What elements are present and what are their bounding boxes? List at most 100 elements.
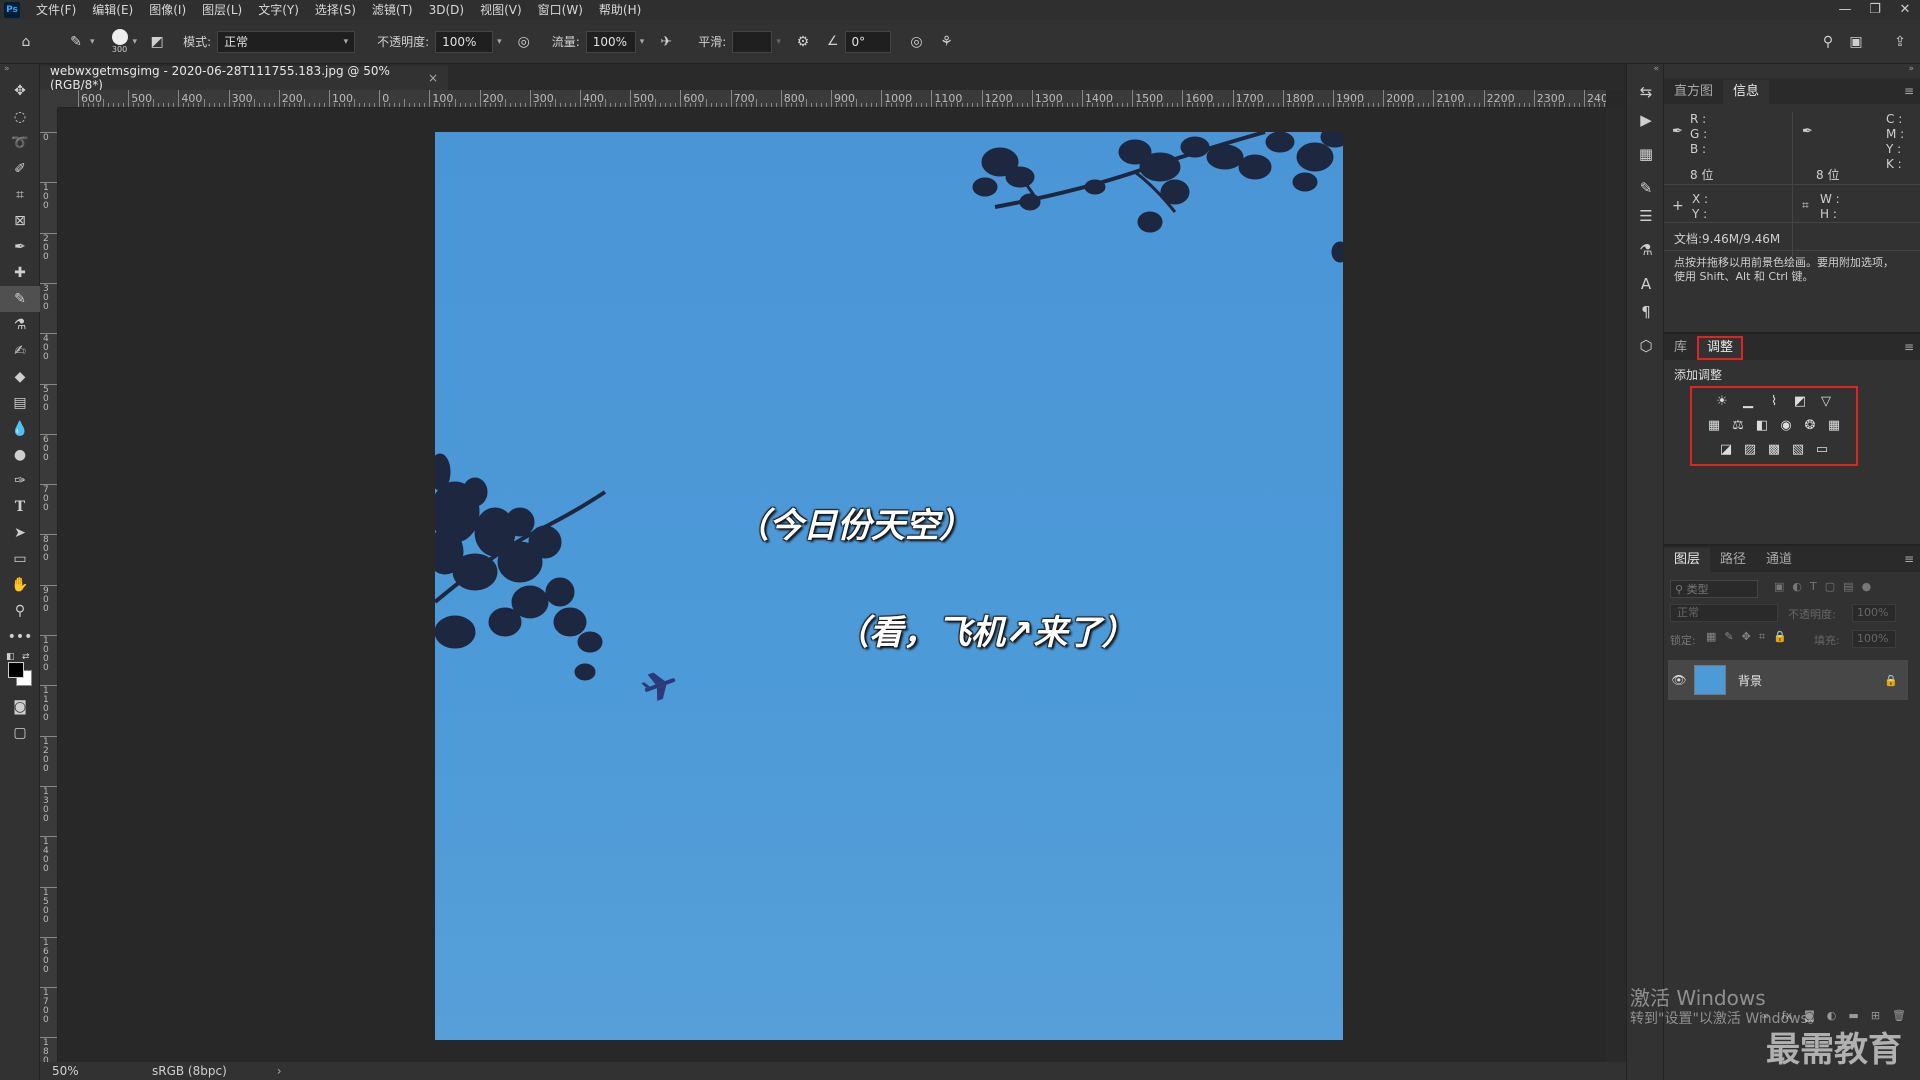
posterize-icon[interactable]: ▨ (1740, 439, 1760, 459)
share-icon[interactable]: ⇪ (1888, 30, 1912, 54)
angle-input[interactable]: 0° (844, 30, 891, 53)
more-tools-icon[interactable]: ••• (0, 624, 40, 650)
chevron-down-icon[interactable]: ▾ (133, 37, 138, 47)
pressure-size-icon[interactable]: ◎ (905, 30, 929, 54)
pen-tool-icon[interactable]: ✑ (0, 468, 40, 494)
collapse-icon[interactable]: « (1627, 64, 1663, 78)
airbrush-icon[interactable]: ✈ (654, 30, 678, 54)
collapse-icon[interactable]: » (0, 64, 39, 78)
properties-icon[interactable]: ▦ (1627, 140, 1665, 168)
rectangle-tool-icon[interactable]: ▭ (0, 546, 40, 572)
frame-tool-icon[interactable]: ⊠ (0, 208, 40, 234)
black-white-icon[interactable]: ◧ (1752, 415, 1772, 435)
type-tool-icon[interactable]: T (0, 494, 40, 520)
opacity-input[interactable]: 100% (435, 30, 494, 53)
default-colors-icon[interactable]: ◧ (6, 652, 15, 662)
document-tab[interactable]: webwxgetmsgimg - 2020-06-28T111755.183.j… (40, 64, 448, 92)
channel-mixer-icon[interactable]: ❂ (1800, 415, 1820, 435)
lasso-tool-icon[interactable]: ➰ (0, 130, 40, 156)
photo-filter-icon[interactable]: ◉ (1776, 415, 1796, 435)
zoom-tool-icon[interactable]: ⚲ (0, 598, 40, 624)
lock-artboard-icon[interactable]: ⌗ (1759, 630, 1765, 644)
tab-channels[interactable]: 通道 (1756, 548, 1802, 572)
new-layer-icon[interactable]: ⊞ (1871, 1009, 1880, 1022)
layer-lock-icon[interactable]: 🔒 (1884, 674, 1898, 687)
vertical-scrollbar[interactable] (1606, 108, 1626, 1062)
hand-tool-icon[interactable]: ✋ (0, 572, 40, 598)
gradient-map-icon[interactable]: ▭ (1812, 439, 1832, 459)
menu-item[interactable]: 3D(D) (421, 0, 472, 20)
menu-item[interactable]: 图像(I) (141, 0, 194, 20)
quick-mask-icon[interactable]: ◙ (0, 694, 40, 720)
ruler-origin[interactable] (40, 90, 58, 108)
close-window-icon[interactable]: ✕ (1890, 0, 1920, 20)
panel-menu-icon[interactable]: ≡ (1904, 84, 1914, 98)
threshold-icon[interactable]: ▩ (1764, 439, 1784, 459)
tab-libraries[interactable]: 库 (1664, 336, 1697, 360)
document-canvas[interactable]: （今日份天空） （看，飞机↗来了） (435, 132, 1343, 1040)
eraser-tool-icon[interactable]: ◆ (0, 364, 40, 390)
search-icon[interactable]: ⚲ (1816, 30, 1840, 54)
layer-opacity-input[interactable]: 100% (1852, 604, 1896, 622)
character-panel-icon[interactable]: A (1627, 270, 1665, 298)
shape-filter-icon[interactable]: ▢ (1825, 580, 1835, 593)
dodge-tool-icon[interactable]: ● (0, 442, 40, 468)
symmetry-icon[interactable]: ⚘ (935, 30, 959, 54)
brush-settings-panel-icon[interactable]: ✎ (1627, 174, 1665, 202)
blend-mode-select[interactable]: 正常 (1670, 604, 1778, 622)
mode-select[interactable]: 正常 ▾ (217, 30, 356, 53)
move-tool-icon[interactable]: ✥ (0, 78, 40, 104)
minimize-icon[interactable]: — (1830, 0, 1860, 20)
chevron-down-icon[interactable]: ▾ (640, 37, 645, 47)
adjustment-filter-icon[interactable]: ◐ (1792, 580, 1802, 593)
actions-play-icon[interactable]: ▶ (1627, 106, 1665, 134)
healing-brush-tool-icon[interactable]: ✚ (0, 260, 40, 286)
canvas-area[interactable]: （今日份天空） （看，飞机↗来了） (58, 108, 1606, 1062)
fill-input[interactable]: 100% (1852, 630, 1896, 648)
collapse-icon[interactable]: » (1664, 64, 1920, 78)
clone-source-icon[interactable]: ⚗ (1627, 236, 1665, 264)
menu-item[interactable]: 文字(Y) (250, 0, 307, 20)
screen-mode-icon[interactable]: ▢ (0, 720, 40, 746)
home-icon[interactable]: ⌂ (14, 30, 38, 54)
brush-size-picker[interactable]: 300 (109, 27, 131, 57)
vertical-ruler[interactable]: 0 1 0 0 2 0 0 3 0 0 4 0 0 5 0 0 6 0 0 7 0 0 8 0 … (40, 108, 58, 1062)
marquee-tool-icon[interactable]: ◌ (0, 104, 40, 130)
gear-icon[interactable]: ⚙ (791, 30, 815, 54)
hue-saturation-icon[interactable]: ▦ (1704, 415, 1724, 435)
zoom-level[interactable]: 50% (52, 1064, 112, 1078)
visibility-eye-icon[interactable]: 👁 (1668, 673, 1690, 687)
levels-icon[interactable]: ▁ (1738, 391, 1758, 411)
brushes-panel-icon[interactable]: ☰ (1627, 202, 1665, 230)
tab-layers[interactable]: 图层 (1664, 548, 1711, 572)
type-filter-icon[interactable]: T (1810, 580, 1817, 593)
new-group-icon[interactable]: ▬ (1848, 1009, 1858, 1022)
chevron-down-icon[interactable]: ▾ (90, 37, 95, 47)
3d-panel-icon[interactable]: ⬡ (1627, 332, 1665, 360)
paragraph-panel-icon[interactable]: ¶ (1627, 298, 1665, 326)
invert-icon[interactable]: ◪ (1716, 439, 1736, 459)
blur-tool-icon[interactable]: 💧 (0, 416, 40, 442)
curves-icon[interactable]: ⌇ (1764, 391, 1784, 411)
foreground-color-swatch[interactable] (8, 662, 24, 678)
layer-filter-select[interactable]: ⚲ 类型 (1670, 580, 1758, 598)
eyedropper-tool-icon[interactable]: ✒ (0, 234, 40, 260)
restore-icon[interactable]: ❐ (1860, 0, 1890, 20)
exposure-icon[interactable]: ◩ (1790, 391, 1810, 411)
panel-menu-icon[interactable]: ≡ (1904, 552, 1914, 566)
status-menu-arrow[interactable]: › (277, 1064, 282, 1078)
menu-item[interactable]: 帮助(H) (591, 0, 649, 20)
chevron-down-icon[interactable]: ▾ (776, 37, 781, 47)
color-balance-icon[interactable]: ⚖ (1728, 415, 1748, 435)
smart-object-filter-icon[interactable]: ▤ (1843, 580, 1853, 593)
lock-pixels-icon[interactable]: ✎ (1724, 630, 1733, 644)
tab-adjustments[interactable]: 调整 (1697, 336, 1744, 360)
menu-item[interactable]: 视图(V) (472, 0, 530, 20)
gradient-tool-icon[interactable]: ▤ (0, 390, 40, 416)
chevron-down-icon[interactable]: ▾ (497, 37, 502, 47)
panel-menu-icon[interactable]: ≡ (1904, 340, 1914, 354)
smoothing-input[interactable] (732, 30, 773, 53)
delete-layer-icon[interactable]: 🗑 (1892, 1009, 1906, 1022)
new-adjustment-layer-icon[interactable]: ◐ (1827, 1009, 1837, 1022)
brush-settings-icon[interactable]: ◩ (145, 30, 169, 54)
